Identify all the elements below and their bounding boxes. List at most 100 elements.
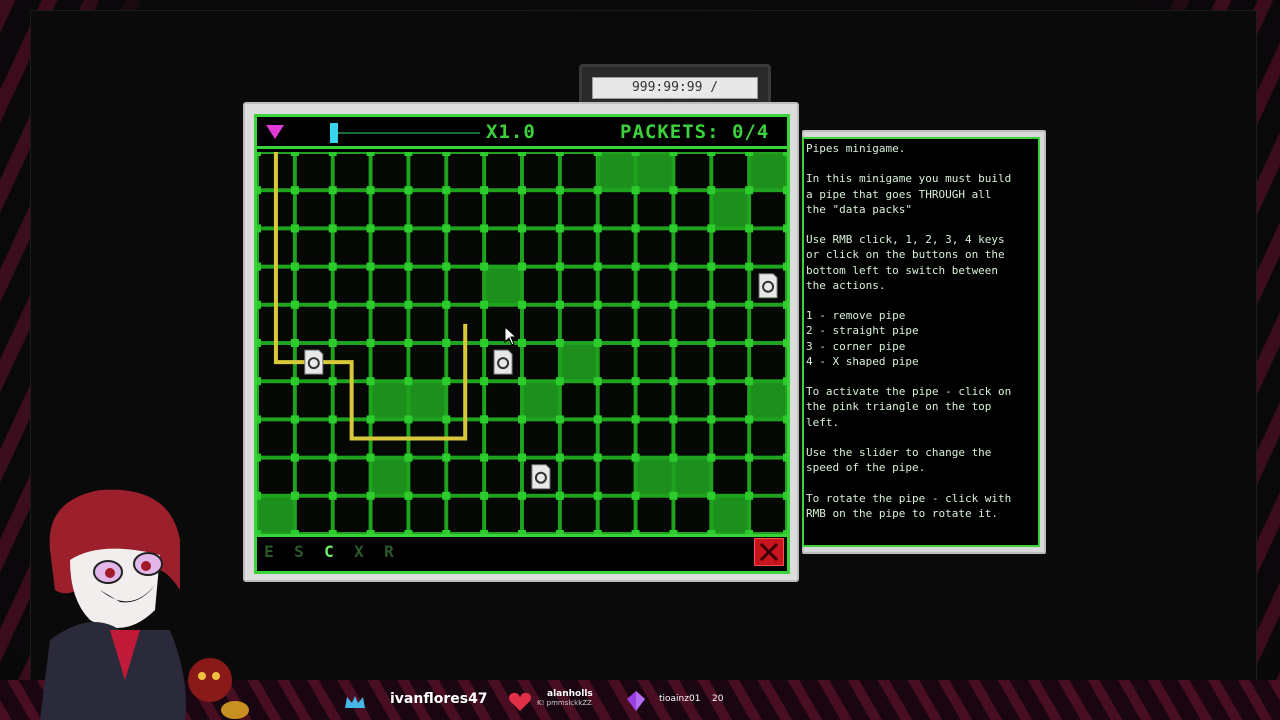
grid-cell[interactable] (411, 269, 444, 302)
grid-cell[interactable] (676, 346, 709, 379)
grid-cell[interactable] (714, 269, 747, 302)
grid-cell[interactable] (373, 307, 406, 340)
grid-cell[interactable] (487, 231, 519, 264)
grid-cell[interactable] (525, 269, 557, 302)
pipe-grid[interactable] (257, 152, 787, 534)
pipe-grid-canvas[interactable] (257, 152, 787, 534)
grid-cell[interactable] (562, 384, 595, 417)
grid-cell[interactable] (562, 269, 595, 302)
tool-button-e[interactable]: E (258, 541, 280, 563)
grid-cell[interactable] (335, 231, 368, 264)
grid-cell[interactable] (487, 498, 519, 531)
grid-cell[interactable] (600, 422, 633, 455)
grid-cell[interactable] (562, 498, 595, 531)
grid-cell[interactable] (714, 384, 747, 417)
grid-cell[interactable] (411, 155, 444, 188)
grid-cell[interactable] (676, 231, 709, 264)
grid-cell[interactable] (676, 155, 709, 188)
grid-cell[interactable] (449, 155, 482, 188)
grid-cell[interactable] (714, 346, 747, 379)
grid-cell[interactable] (600, 269, 633, 302)
grid-cell[interactable] (525, 422, 557, 455)
grid-cell[interactable] (600, 346, 633, 379)
grid-cell[interactable] (335, 307, 368, 340)
grid-cell[interactable] (752, 231, 784, 264)
grid-cell[interactable] (638, 231, 671, 264)
grid-cell[interactable] (487, 422, 519, 455)
grid-cell[interactable] (525, 307, 557, 340)
grid-cell[interactable] (487, 193, 519, 226)
grid-cell[interactable] (411, 307, 444, 340)
grid-cell[interactable] (752, 498, 784, 531)
grid-cell[interactable] (335, 269, 368, 302)
grid-cell[interactable] (676, 269, 709, 302)
grid-cell[interactable] (676, 307, 709, 340)
tool-button-c[interactable]: C (318, 541, 340, 563)
grid-cell[interactable] (335, 498, 368, 531)
grid-cell[interactable] (260, 422, 292, 455)
grid-cell[interactable] (373, 155, 406, 188)
grid-cell[interactable] (600, 460, 633, 493)
grid-cell[interactable] (638, 498, 671, 531)
grid-cell[interactable] (449, 460, 482, 493)
grid-cell[interactable] (260, 460, 292, 493)
grid-cell[interactable] (600, 498, 633, 531)
grid-cell[interactable] (525, 155, 557, 188)
grid-cell[interactable] (638, 307, 671, 340)
grid-cell[interactable] (676, 193, 709, 226)
grid-cell[interactable] (411, 193, 444, 226)
grid-cell[interactable] (525, 346, 557, 379)
grid-cell[interactable] (335, 460, 368, 493)
grid-cell[interactable] (297, 155, 330, 188)
grid-cell[interactable] (297, 422, 330, 455)
grid-cell[interactable] (411, 498, 444, 531)
grid-cell[interactable] (600, 231, 633, 264)
grid-cell[interactable] (752, 422, 784, 455)
grid-cell[interactable] (449, 269, 482, 302)
tool-button-x[interactable]: X (348, 541, 370, 563)
grid-cell[interactable] (714, 155, 747, 188)
grid-cell[interactable] (525, 231, 557, 264)
grid-cell[interactable] (638, 193, 671, 226)
grid-cell[interactable] (676, 384, 709, 417)
grid-cell[interactable] (525, 498, 557, 531)
grid-cell[interactable] (449, 498, 482, 531)
grid-cell[interactable] (373, 346, 406, 379)
grid-cell[interactable] (714, 460, 747, 493)
grid-cell[interactable] (525, 193, 557, 226)
grid-cell[interactable] (562, 307, 595, 340)
grid-cell[interactable] (487, 384, 519, 417)
grid-cell[interactable] (373, 231, 406, 264)
grid-cell[interactable] (297, 307, 330, 340)
grid-cell[interactable] (562, 231, 595, 264)
grid-cell[interactable] (335, 193, 368, 226)
grid-cell[interactable] (562, 193, 595, 226)
grid-cell[interactable] (600, 307, 633, 340)
grid-cell[interactable] (297, 231, 330, 264)
grid-cell[interactable] (449, 231, 482, 264)
speed-slider-track[interactable] (334, 132, 480, 134)
grid-cell[interactable] (297, 384, 330, 417)
grid-cell[interactable] (752, 307, 784, 340)
grid-cell[interactable] (411, 231, 444, 264)
tool-button-r[interactable]: R (378, 541, 400, 563)
grid-cell[interactable] (752, 346, 784, 379)
grid-cell[interactable] (714, 422, 747, 455)
grid-cell[interactable] (752, 460, 784, 493)
grid-cell[interactable] (714, 231, 747, 264)
grid-cell[interactable] (600, 193, 633, 226)
grid-cell[interactable] (297, 498, 330, 531)
grid-cell[interactable] (297, 269, 330, 302)
grid-cell[interactable] (487, 460, 519, 493)
grid-cell[interactable] (752, 193, 784, 226)
tool-button-s[interactable]: S (288, 541, 310, 563)
grid-cell[interactable] (487, 155, 519, 188)
grid-cell[interactable] (373, 498, 406, 531)
grid-cell[interactable] (714, 307, 747, 340)
speed-slider-thumb[interactable] (330, 123, 338, 143)
grid-cell[interactable] (676, 422, 709, 455)
grid-cell[interactable] (335, 155, 368, 188)
grid-cell[interactable] (297, 460, 330, 493)
grid-cell[interactable] (373, 269, 406, 302)
activate-pipe-triangle-icon[interactable] (266, 125, 284, 139)
